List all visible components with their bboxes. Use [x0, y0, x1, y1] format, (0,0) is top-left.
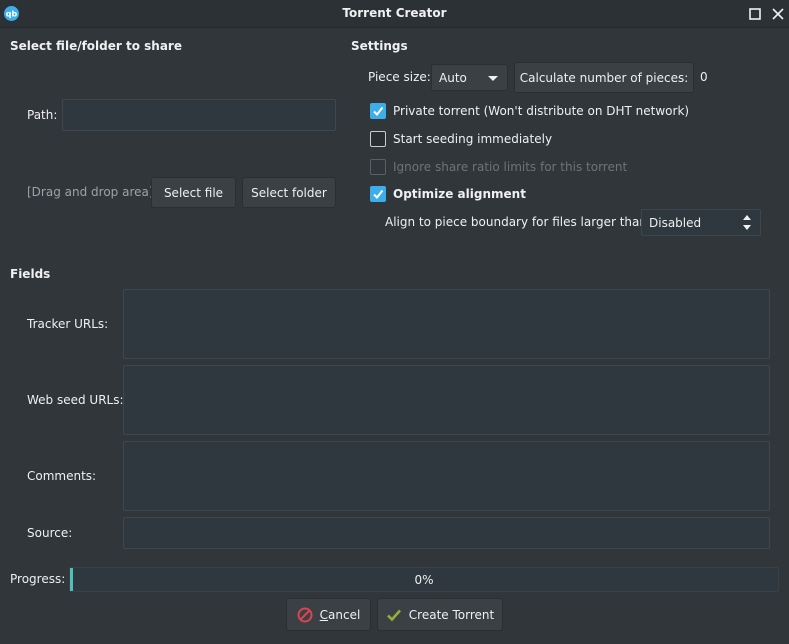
progress-text: 0%: [414, 572, 434, 587]
check-icon: [373, 106, 384, 117]
window-title: Torrent Creator: [342, 6, 447, 20]
checkmark-icon: [386, 607, 402, 623]
optimize-alignment-checkbox[interactable]: [370, 186, 386, 202]
start-seeding-checkbox-row[interactable]: Start seeding immediately: [370, 131, 552, 147]
chevron-down-icon: [488, 76, 498, 81]
cancel-accelerator: C: [319, 607, 329, 622]
cancel-button[interactable]: Cancel: [286, 598, 371, 631]
start-seeding-label: Start seeding immediately: [393, 132, 553, 146]
pieces-count: 0: [700, 70, 708, 84]
piece-size-value: Auto: [439, 70, 467, 85]
piece-size-select[interactable]: Auto: [431, 64, 508, 91]
path-input[interactable]: [62, 99, 336, 131]
comments-input[interactable]: [123, 441, 770, 511]
create-torrent-label: Create Torrent: [408, 607, 495, 622]
calculate-pieces-button[interactable]: Calculate number of pieces:: [514, 62, 694, 93]
progress-label: Progress:: [10, 572, 66, 586]
select-folder-button[interactable]: Select folder: [242, 177, 336, 208]
align-boundary-label: Align to piece boundary for files larger…: [385, 215, 652, 229]
path-label: Path:: [27, 108, 58, 122]
private-torrent-label: Private torrent (Won't distribute on DHT…: [393, 104, 690, 118]
optimize-alignment-label: Optimize alignment: [393, 187, 526, 201]
ignore-ratio-label: Ignore share ratio limits for this torre…: [393, 160, 628, 174]
source-input[interactable]: [123, 517, 770, 549]
tracker-urls-input[interactable]: [123, 289, 770, 359]
comments-label: Comments:: [27, 469, 97, 483]
optimize-alignment-checkbox-row[interactable]: Optimize alignment: [370, 186, 526, 202]
tracker-urls-label: Tracker URLs:: [27, 317, 109, 331]
select-file-button[interactable]: Select file: [151, 177, 236, 208]
web-seed-urls-input[interactable]: [123, 365, 770, 435]
drag-drop-area[interactable]: [Drag and drop area]: [27, 185, 154, 199]
cancel-label-rest: ancel: [328, 607, 361, 622]
spin-up-icon[interactable]: [743, 215, 751, 220]
share-section-title: Select file/folder to share: [10, 39, 182, 53]
private-torrent-checkbox[interactable]: [370, 103, 386, 119]
spin-down-icon[interactable]: [743, 225, 751, 230]
close-icon[interactable]: [770, 6, 786, 22]
check-icon: [373, 189, 384, 200]
fields-section-title: Fields: [10, 267, 51, 281]
piece-size-label: Piece size:: [368, 70, 431, 84]
source-label: Source:: [27, 526, 73, 540]
cancel-icon: [297, 607, 313, 623]
ignore-ratio-checkbox: [370, 159, 386, 175]
create-torrent-button[interactable]: Create Torrent: [377, 598, 503, 631]
maximize-icon[interactable]: [747, 6, 763, 22]
progress-bar: 0%: [69, 567, 779, 592]
align-boundary-spinbox[interactable]: Disabled: [641, 209, 761, 236]
start-seeding-checkbox[interactable]: [370, 131, 386, 147]
title-bar: qb Torrent Creator: [0, 0, 789, 28]
ignore-ratio-checkbox-row: Ignore share ratio limits for this torre…: [370, 159, 627, 175]
private-torrent-checkbox-row[interactable]: Private torrent (Won't distribute on DHT…: [370, 103, 689, 119]
align-boundary-value: Disabled: [649, 215, 702, 230]
cancel-label: Cancel: [320, 608, 361, 622]
web-seed-urls-label: Web seed URLs:: [27, 393, 124, 407]
settings-section-title: Settings: [351, 39, 408, 53]
